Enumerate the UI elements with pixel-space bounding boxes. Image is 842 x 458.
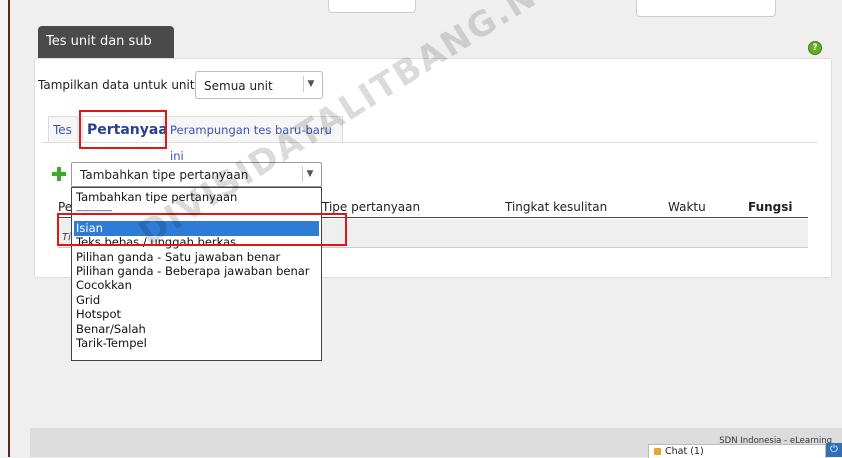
dropdown-separator: ---------------: [76, 206, 112, 215]
dropdown-option[interactable]: Hotspot: [76, 307, 121, 321]
help-icon[interactable]: ?: [808, 41, 822, 55]
power-icon[interactable]: ⏻: [826, 443, 842, 457]
add-plus-icon[interactable]: [52, 167, 66, 181]
column-header-tipe: Tipe pertanyaan: [322, 200, 421, 214]
dropdown-option[interactable]: Pilihan ganda - Satu jawaban benar: [76, 250, 280, 264]
tab-pertanyaan[interactable]: Pertanyaan: [82, 116, 178, 142]
chevron-down-icon: ▼: [302, 166, 317, 182]
page-left-border: [0, 0, 10, 457]
chevron-down-icon: ▼: [303, 76, 318, 92]
table-row-text: Ti: [62, 232, 71, 243]
unit-filter-select[interactable]: Semua unit ▼: [195, 71, 323, 99]
dropdown-option[interactable]: Pilihan ganda - Beberapa jawaban benar: [76, 264, 310, 278]
chat-icon: [654, 448, 661, 455]
chat-bar[interactable]: Chat (1): [648, 444, 826, 458]
unit-filter-label: Tampilkan data untuk unit:: [38, 78, 199, 92]
top-toolbar-field[interactable]: [328, 0, 416, 13]
block-title-tab: Tes unit dan sub unit: [38, 26, 174, 81]
unit-filter-value: Semua unit: [204, 79, 273, 93]
column-header-tingkat: Tingkat kesulitan: [505, 200, 608, 214]
chat-label: Chat (1): [665, 446, 704, 457]
dropdown-option[interactable]: Cocokkan: [76, 278, 132, 292]
tab-tes[interactable]: Tes: [48, 116, 78, 142]
dropdown-option[interactable]: Grid: [76, 293, 100, 307]
dropdown-option[interactable]: Benar/Salah: [76, 322, 146, 336]
dropdown-option[interactable]: Tarik-Tempel: [76, 336, 147, 350]
column-header-waktu: Waktu: [668, 200, 706, 214]
column-header-fungsi: Fungsi: [748, 200, 793, 214]
top-search-field[interactable]: [636, 0, 776, 17]
